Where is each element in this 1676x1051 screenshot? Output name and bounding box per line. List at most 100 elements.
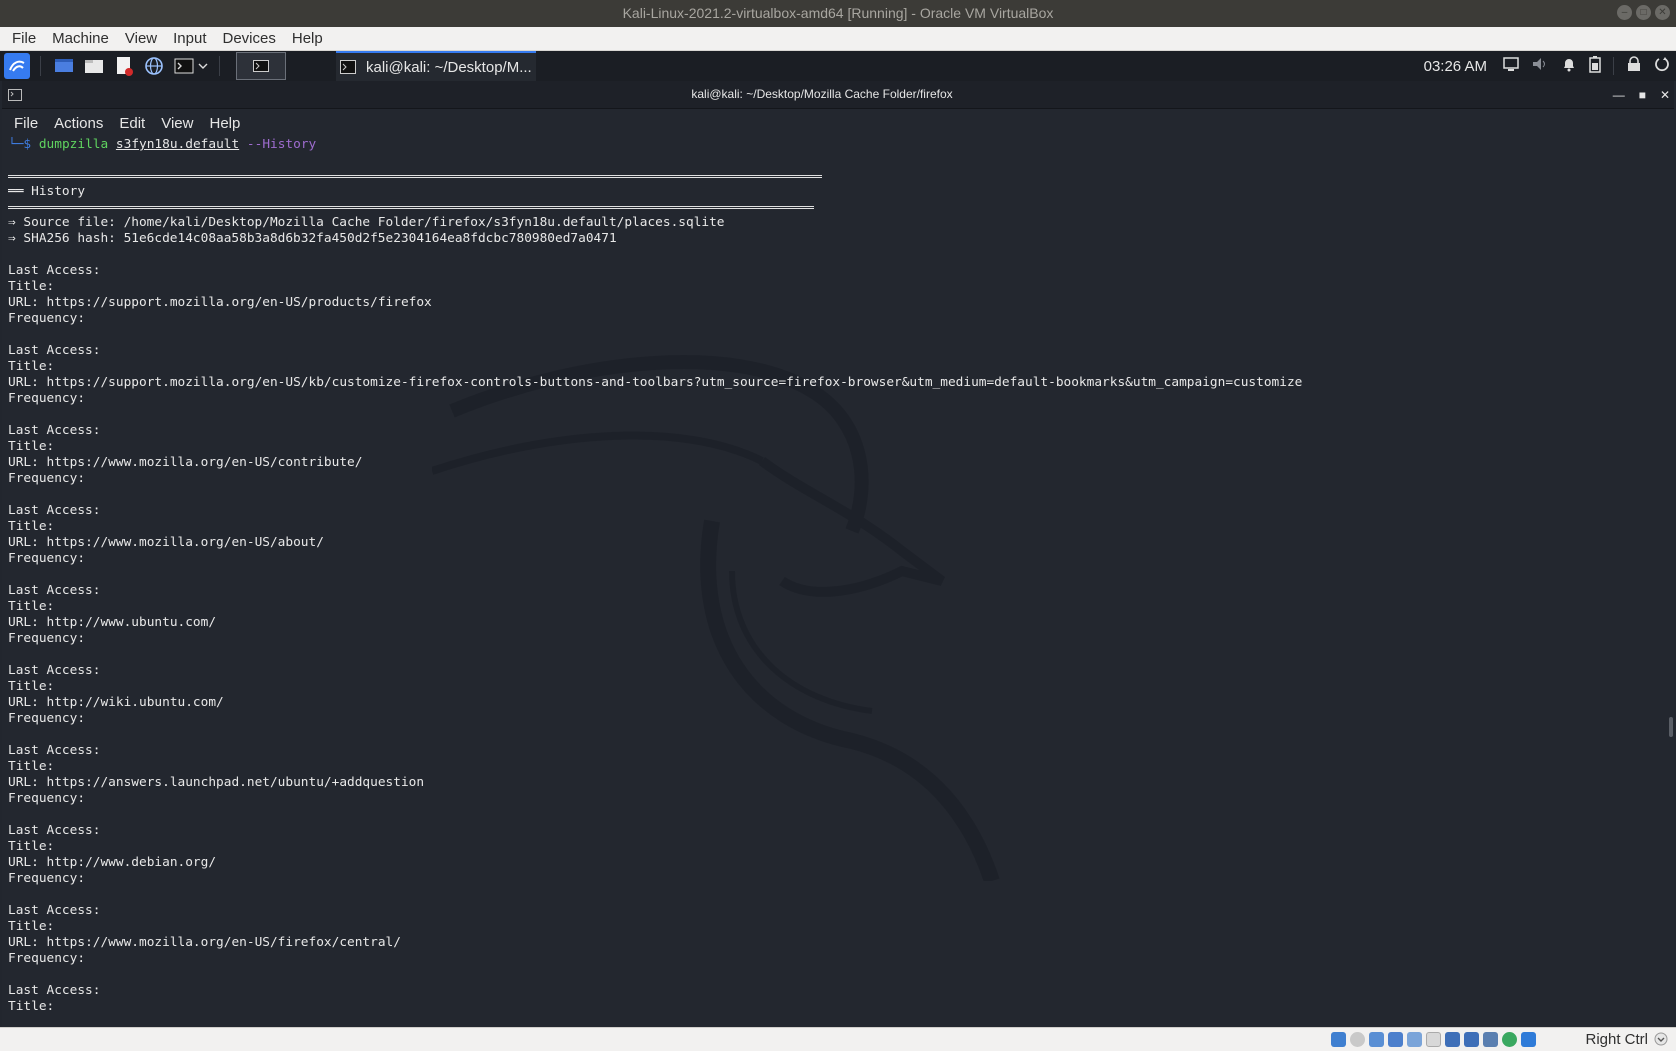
hdd-icon[interactable] (1331, 1032, 1346, 1047)
notification-bell-icon[interactable] (1561, 56, 1577, 77)
chevron-down-icon[interactable] (197, 55, 209, 77)
terminal-scrollbar[interactable] (1666, 137, 1674, 1027)
frequency-label: Frequency: (8, 871, 1648, 887)
title-label: Title: (8, 999, 55, 1014)
display-icon[interactable] (1503, 56, 1519, 76)
frequency-label-text: Frequency: (8, 871, 86, 886)
url-line: URL: https://support.mozilla.org/en-US/p… (8, 295, 1648, 311)
terminal-menubar: File Actions Edit View Help (2, 109, 1674, 137)
terminal-menu-actions[interactable]: Actions (46, 115, 111, 132)
history-entry: Last Access: Title: URL: http://wiki.ubunt… (8, 663, 1648, 743)
scrollbar-thumb[interactable] (1669, 717, 1673, 737)
frequency-label-text: Frequency: (8, 791, 86, 806)
url-line-text: URL: (8, 935, 39, 950)
last-access-label: Last Access: (8, 743, 1648, 759)
optical-icon[interactable] (1350, 1032, 1365, 1047)
history-entry: Last Access: Title: URL: https://www.mozil… (8, 903, 1648, 983)
last-access-label: Last Access: (8, 903, 1648, 919)
taskbar-item-terminal[interactable]: kali@kali: ~/Desktop/M... (336, 51, 536, 81)
last-access-label: Last Access: (8, 823, 1648, 839)
url-line: URL: https://www.mozilla.org/en-US/about… (8, 535, 1648, 551)
battery-icon[interactable] (1589, 55, 1601, 78)
workspace-switcher[interactable] (236, 52, 286, 80)
minimize-button[interactable]: – (1617, 5, 1632, 20)
terminal-titlebar[interactable]: kali@kali: ~/Desktop/Mozilla Cache Folde… (2, 81, 1674, 109)
host-menu-help[interactable]: Help (284, 27, 331, 51)
arrow-down-icon[interactable] (1654, 1032, 1668, 1046)
terminal-output[interactable]: └─$ dumpzilla s3fyn18u.default --History… (8, 137, 1648, 1017)
desktop-icon[interactable] (53, 55, 75, 77)
text-editor-icon[interactable] (113, 55, 135, 77)
video-capture-icon[interactable] (1464, 1032, 1479, 1047)
mouse-integration-icon[interactable] (1502, 1032, 1517, 1047)
terminal-icon (340, 60, 356, 74)
title-label-text: Title: (8, 919, 55, 934)
maximize-button[interactable]: □ (1636, 5, 1651, 20)
frequency-label: Frequency: (8, 631, 1648, 647)
host-menu-machine[interactable]: Machine (44, 27, 117, 51)
frequency-label: Frequency: (8, 791, 1648, 807)
host-window-controls: – □ ✕ (1617, 5, 1670, 20)
power-icon[interactable] (1654, 56, 1670, 77)
url-line: URL: http://wiki.ubuntu.com/ (8, 695, 1648, 711)
source-file-line: ⇒ Source file: /home/kali/Desktop/Mozill… (8, 215, 725, 230)
panel-separator (1613, 57, 1614, 75)
url-line-text: URL: (8, 695, 39, 710)
device-status-icons (1331, 1032, 1536, 1047)
guest-screen[interactable]: kali@kali: ~/Desktop/M... 03:26 AM kali@… (0, 51, 1676, 1027)
url-line-text: URL: (8, 455, 39, 470)
audio-icon[interactable] (1369, 1032, 1384, 1047)
terminal-icon[interactable] (173, 55, 195, 77)
host-window-titlebar: Kali-Linux-2021.2-virtualbox-amd64 [Runn… (0, 0, 1676, 27)
host-menu-view[interactable]: View (117, 27, 165, 51)
file-manager-icon[interactable] (83, 55, 105, 77)
display-icon[interactable] (1445, 1032, 1460, 1047)
command-name: dumpzilla (38, 137, 109, 152)
shared-folder-icon[interactable] (1426, 1032, 1441, 1047)
history-entries: Last Access: Title: URL: https://support.m… (8, 263, 1648, 1015)
host-menu-devices[interactable]: Devices (215, 27, 284, 51)
url-line-text: URL: (8, 855, 39, 870)
terminal-menu-view[interactable]: View (153, 115, 201, 132)
volume-icon[interactable] (1531, 56, 1549, 77)
host-menu-input[interactable]: Input (165, 27, 214, 51)
cpu-icon[interactable] (1483, 1032, 1498, 1047)
title-label-text: Title: (8, 279, 55, 294)
close-button[interactable]: ✕ (1660, 88, 1670, 102)
prompt-symbol: └─$ (8, 137, 32, 152)
history-entry: Last Access: Title: URL: https://www.mozil… (8, 423, 1648, 503)
close-button[interactable]: ✕ (1655, 5, 1670, 20)
frequency-label: Frequency: (8, 951, 1648, 967)
host-key-icon[interactable] (1521, 1032, 1536, 1047)
frequency-label: Frequency: (8, 711, 1648, 727)
kali-menu-icon[interactable] (4, 53, 30, 79)
terminal-window[interactable]: kali@kali: ~/Desktop/Mozilla Cache Folde… (2, 81, 1674, 1027)
url-value: https://support.mozilla.org/en-US/produc… (46, 295, 432, 310)
lock-icon[interactable] (1626, 55, 1642, 77)
maximize-button[interactable]: ■ (1639, 88, 1646, 102)
network-icon[interactable] (1388, 1032, 1403, 1047)
panel-tray: 03:26 AM (1424, 51, 1670, 81)
url-line-text: URL: (8, 535, 39, 550)
terminal-menu-help[interactable]: Help (201, 115, 248, 132)
minimize-button[interactable]: ― (1613, 88, 1625, 102)
title-label: Title: (8, 439, 1648, 455)
browser-icon[interactable] (143, 55, 165, 77)
last-access-label: Last Access: (8, 263, 1648, 279)
last-access-label: Last Access: (8, 583, 1648, 599)
panel-separator (219, 56, 220, 76)
clock[interactable]: 03:26 AM (1424, 58, 1487, 75)
usb-icon[interactable] (1407, 1032, 1422, 1047)
host-menu-file[interactable]: File (4, 27, 44, 51)
terminal-menu-edit[interactable]: Edit (111, 115, 153, 132)
history-entry: Last Access: Title: URL: https://support.m… (8, 263, 1648, 343)
frequency-label-text: Frequency: (8, 711, 86, 726)
url-line: URL: https://www.mozilla.org/en-US/firef… (8, 935, 1648, 951)
terminal-menu-file[interactable]: File (6, 115, 46, 132)
